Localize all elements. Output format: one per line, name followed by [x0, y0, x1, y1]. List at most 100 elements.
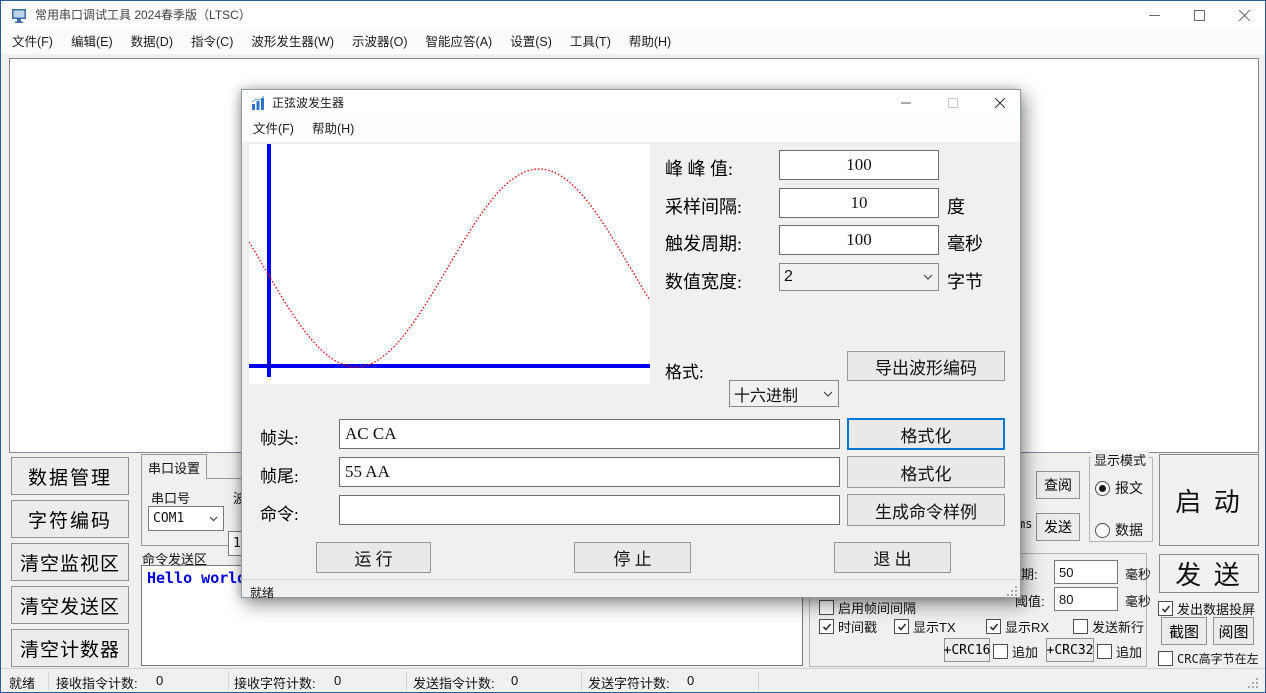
view-image-button[interactable]: 阅图 — [1213, 617, 1254, 645]
command-input[interactable] — [339, 495, 840, 525]
menu-settings[interactable]: 设置(S) — [501, 30, 561, 54]
format-select[interactable]: 十六进制 — [729, 380, 839, 407]
dialog-menu-file[interactable]: 文件(F) — [244, 117, 303, 141]
menu-file[interactable]: 文件(F) — [3, 30, 62, 54]
dialog-resize-grip[interactable] — [1006, 585, 1018, 597]
mode-message-label: 报文 — [1115, 478, 1143, 498]
dialog-maximize-icon[interactable] — [934, 90, 972, 116]
checkbox-box — [993, 644, 1008, 659]
format-head-button[interactable]: 格式化 — [847, 418, 1005, 450]
generate-sample-button[interactable]: 生成命令样例 — [847, 494, 1005, 526]
interval-input[interactable]: 10 — [779, 188, 939, 218]
checkbox-box — [1073, 619, 1088, 634]
cast-checkbox[interactable]: 发出数据投屏 — [1158, 599, 1255, 618]
chevron-down-icon — [923, 274, 933, 281]
tx-char-count-label: 发送字符计数: — [588, 673, 670, 692]
chevron-down-icon — [823, 391, 833, 398]
threshold-input[interactable]: 80 — [1054, 587, 1118, 611]
menu-help[interactable]: 帮助(H) — [620, 30, 680, 54]
status-ready: 就绪 — [9, 673, 35, 692]
peak-input[interactable]: 100 — [779, 150, 939, 180]
show-rx-label: 显示RX — [1005, 617, 1049, 636]
frame-tail-input[interactable]: 55 AA — [339, 457, 840, 487]
mode-data-label: 数据 — [1115, 520, 1143, 540]
checkbox-box — [1158, 601, 1173, 616]
frame-head-label: 帧头: — [260, 424, 299, 449]
rx-cmd-count-label: 接收指令计数: — [56, 673, 138, 692]
status-divider — [758, 671, 759, 690]
exit-button[interactable]: 退 出 — [834, 542, 951, 573]
export-waveform-button[interactable]: 导出波形编码 — [847, 351, 1005, 381]
review-button[interactable]: 查阅 — [1036, 471, 1080, 499]
radio-dot — [1095, 481, 1110, 496]
mode-message-radio[interactable]: 报文 — [1095, 478, 1143, 498]
title-bar[interactable]: 常用串口调试工具 2024春季版（LTSC） — [1, 1, 1265, 30]
data-manage-button[interactable]: 数据管理 — [11, 457, 129, 495]
crc32-append-checkbox[interactable]: 追加 — [1097, 642, 1142, 661]
timestamp-label: 时间戳 — [838, 617, 877, 636]
close-icon[interactable] — [1222, 1, 1266, 30]
value-width-select[interactable]: 2 — [779, 263, 939, 291]
dialog-close-icon[interactable] — [980, 90, 1020, 116]
display-mode-title: 显示模式 — [1091, 450, 1149, 469]
crc-high-byte-checkbox[interactable]: CRC高字节在左 — [1158, 650, 1259, 667]
status-divider — [48, 671, 49, 690]
command-label: 命令: — [260, 500, 299, 525]
frame-gap-checkbox[interactable]: 启用帧间间隔 — [819, 598, 916, 617]
crc16-append-checkbox[interactable]: 追加 — [993, 642, 1038, 661]
period-input[interactable]: 50 — [1054, 560, 1118, 584]
checkbox-box — [986, 619, 1001, 634]
sine-plot — [249, 144, 650, 384]
send-button[interactable]: 发 送 — [1159, 554, 1259, 593]
menu-autoreply[interactable]: 智能应答(A) — [417, 30, 502, 54]
dialog-menu-bar: 文件(F) 帮助(H) — [242, 116, 1020, 142]
tx-cmd-count-label: 发送指令计数: — [413, 673, 495, 692]
stop-button[interactable]: 停 止 — [574, 542, 691, 573]
run-button[interactable]: 运 行 — [316, 542, 431, 573]
dialog-menu-help[interactable]: 帮助(H) — [303, 117, 363, 141]
window-title: 常用串口调试工具 2024春季版（LTSC） — [35, 1, 251, 30]
mode-data-radio[interactable]: 数据 — [1095, 520, 1143, 540]
menu-oscilloscope[interactable]: 示波器(O) — [343, 30, 417, 54]
tab-serial-settings[interactable]: 串口设置 — [141, 454, 207, 479]
checkbox-box — [1158, 651, 1173, 666]
char-encode-button[interactable]: 字符编码 — [11, 500, 129, 538]
clear-monitor-button[interactable]: 清空监视区 — [11, 543, 129, 581]
menu-edit[interactable]: 编辑(E) — [62, 30, 122, 54]
crc16-append-label: 追加 — [1012, 642, 1038, 661]
checkbox-box — [1097, 644, 1112, 659]
trigger-period-unit: 毫秒 — [947, 230, 983, 256]
maximize-icon[interactable] — [1177, 1, 1222, 30]
menu-wavegen[interactable]: 波形发生器(W) — [242, 30, 343, 54]
trigger-period-input[interactable]: 100 — [779, 225, 939, 255]
send-interval-button[interactable]: 发送 — [1036, 513, 1080, 541]
screenshot-button[interactable]: 截图 — [1161, 617, 1207, 645]
show-tx-checkbox[interactable]: 显示TX — [894, 617, 956, 636]
start-button[interactable]: 启 动 — [1159, 454, 1259, 546]
crc32-button[interactable]: +CRC32 — [1046, 638, 1094, 662]
clear-send-button[interactable]: 清空发送区 — [11, 586, 129, 624]
format-tail-button[interactable]: 格式化 — [847, 456, 1005, 488]
port-select[interactable]: COM1 — [148, 506, 224, 531]
resize-grip[interactable] — [1247, 677, 1259, 689]
dialog-minimize-icon[interactable] — [887, 90, 925, 116]
dialog-title: 正弦波发生器 — [272, 90, 344, 116]
baud-value: 1 — [233, 536, 241, 551]
checkbox-box — [819, 619, 834, 634]
menu-data[interactable]: 数据(D) — [122, 30, 182, 54]
trigger-period-label: 触发周期: — [665, 230, 742, 256]
frame-head-input[interactable]: AC CA — [339, 419, 840, 449]
menu-command[interactable]: 指令(C) — [182, 30, 242, 54]
value-width-unit: 字节 — [947, 268, 983, 294]
app-window: 常用串口调试工具 2024春季版（LTSC） 文件(F) 编辑(E) 数据(D)… — [0, 0, 1266, 693]
send-newline-checkbox[interactable]: 发送新行 — [1073, 617, 1144, 636]
show-tx-label: 显示TX — [913, 617, 956, 636]
menu-tools[interactable]: 工具(T) — [561, 30, 620, 54]
format-value: 十六进制 — [734, 382, 798, 406]
show-rx-checkbox[interactable]: 显示RX — [986, 617, 1049, 636]
minimize-icon[interactable] — [1132, 1, 1177, 30]
timestamp-checkbox[interactable]: 时间戳 — [819, 617, 877, 636]
crc16-button[interactable]: +CRC16 — [944, 638, 990, 662]
crc-high-byte-label: CRC高字节在左 — [1177, 650, 1259, 667]
clear-counter-button[interactable]: 清空计数器 — [11, 629, 129, 667]
